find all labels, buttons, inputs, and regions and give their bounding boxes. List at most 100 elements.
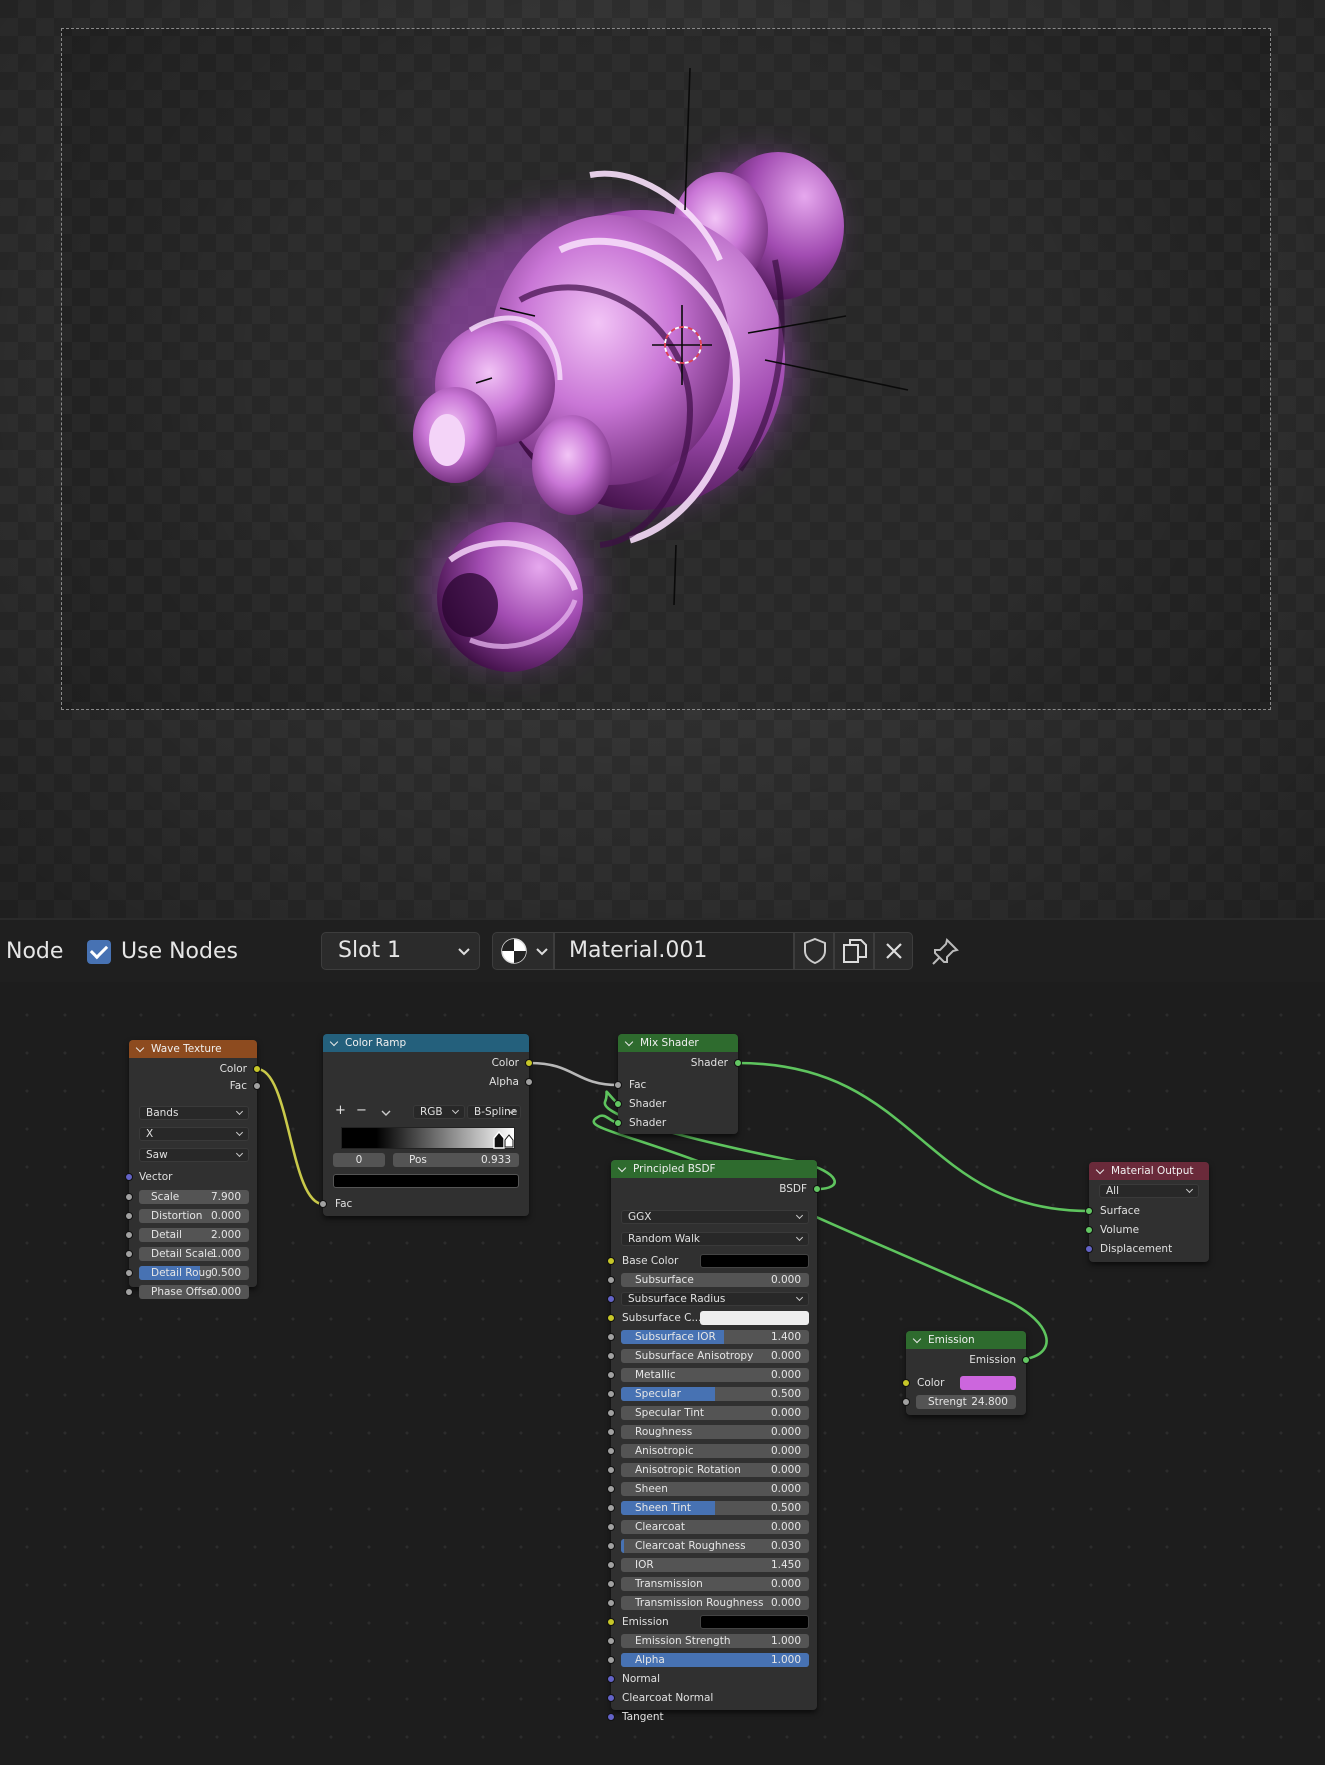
- bsdf-field[interactable]: Anisotropic Rotation 0.000: [621, 1463, 809, 1477]
- bsdf-input-socket[interactable]: [607, 1466, 615, 1474]
- bsdf-output-socket[interactable]: [813, 1185, 821, 1193]
- wave-input-socket[interactable]: [125, 1212, 133, 1220]
- bsdf-field[interactable]: Roughness 0.000: [621, 1425, 809, 1439]
- bsdf-subsurface-method-dropdown[interactable]: Random Walk: [621, 1232, 809, 1246]
- chevron-down-icon[interactable]: [380, 1109, 392, 1119]
- bsdf-field[interactable]: Specular Tint 0.000: [621, 1406, 809, 1420]
- emission-strength-field[interactable]: Strengt 24.800: [916, 1395, 1016, 1409]
- wave-direction-dropdown[interactable]: X: [139, 1127, 249, 1141]
- bsdf-subsurface-field[interactable]: Subsurface 0.000: [621, 1273, 809, 1287]
- bsdf-input-socket[interactable]: [607, 1390, 615, 1398]
- bsdf-subsurface-color-swatch[interactable]: [700, 1311, 809, 1325]
- wave-input-socket[interactable]: [125, 1288, 133, 1296]
- ramp-remove-stop-button[interactable]: −: [356, 1103, 367, 1119]
- bsdf-field[interactable]: Metallic 0.000: [621, 1368, 809, 1382]
- bsdf-field[interactable]: Specular 0.500: [621, 1387, 809, 1401]
- ramp-input-fac-socket[interactable]: [319, 1200, 327, 1208]
- output-input-displacement-socket[interactable]: [1085, 1245, 1093, 1253]
- bsdf-alpha-field[interactable]: Alpha 1.000: [621, 1653, 809, 1667]
- bsdf-field[interactable]: Clearcoat Roughness 0.030: [621, 1539, 809, 1553]
- bsdf-input-socket[interactable]: [607, 1675, 615, 1683]
- bsdf-subsurface-radius-dropdown[interactable]: Subsurface Radius: [621, 1292, 809, 1306]
- bsdf-emission-swatch[interactable]: [700, 1615, 809, 1629]
- wave-texture-node[interactable]: Wave Texture Color Fac Bands X Saw Vecto…: [125, 1040, 261, 1299]
- render-viewport[interactable]: [0, 0, 1325, 918]
- mix-input-shader-2-socket[interactable]: [614, 1119, 622, 1127]
- bsdf-input-socket[interactable]: [607, 1599, 615, 1607]
- emission-node[interactable]: Emission Emission Color Strengt 24.800: [902, 1331, 1030, 1415]
- bsdf-base-color-swatch[interactable]: [700, 1254, 809, 1268]
- mix-input-shader-1-socket[interactable]: [614, 1100, 622, 1108]
- wave-field[interactable]: Scale 7.900: [139, 1190, 249, 1204]
- bsdf-input-socket[interactable]: [607, 1333, 615, 1341]
- ramp-stop-handle-white[interactable]: [504, 1134, 514, 1148]
- bsdf-emission-strength-field[interactable]: Emission Strength 1.000: [621, 1634, 809, 1648]
- mix-shader-node[interactable]: Mix Shader Shader Fac Shader Shader: [614, 1034, 742, 1134]
- bsdf-input-socket[interactable]: [607, 1352, 615, 1360]
- bsdf-input-socket[interactable]: [607, 1371, 615, 1379]
- bsdf-input-socket[interactable]: [607, 1295, 615, 1303]
- wave-input-vector-socket[interactable]: [125, 1173, 133, 1181]
- principled-bsdf-header[interactable]: Principled BSDF: [611, 1160, 817, 1178]
- pin-icon[interactable]: [930, 937, 960, 967]
- wave-type-dropdown[interactable]: Bands: [139, 1106, 249, 1120]
- bsdf-input-socket[interactable]: [607, 1485, 615, 1493]
- ramp-interpolation-dropdown[interactable]: B-Spline: [467, 1105, 521, 1119]
- output-target-dropdown[interactable]: All: [1099, 1184, 1199, 1198]
- bsdf-field[interactable]: IOR 1.450: [621, 1558, 809, 1572]
- wave-field[interactable]: Detail Scale 1.000: [139, 1247, 249, 1261]
- fake-user-button[interactable]: [794, 932, 834, 970]
- bsdf-input-socket[interactable]: [607, 1694, 615, 1702]
- wave-output-fac-socket[interactable]: [253, 1082, 261, 1090]
- wave-output-color-socket[interactable]: [253, 1065, 261, 1073]
- wave-input-socket[interactable]: [125, 1269, 133, 1277]
- material-output-node[interactable]: Material Output All Surface Volume Displ…: [1085, 1162, 1209, 1262]
- wave-input-socket[interactable]: [125, 1231, 133, 1239]
- mix-shader-header[interactable]: Mix Shader: [618, 1034, 738, 1052]
- ramp-output-color-socket[interactable]: [525, 1059, 533, 1067]
- bsdf-field[interactable]: Sheen Tint 0.500: [621, 1501, 809, 1515]
- wave-input-socket[interactable]: [125, 1250, 133, 1258]
- bsdf-input-socket[interactable]: [607, 1561, 615, 1569]
- bsdf-input-socket[interactable]: [607, 1713, 615, 1721]
- browse-material-button[interactable]: [492, 932, 554, 970]
- bsdf-input-socket[interactable]: [607, 1314, 615, 1322]
- node-editor-canvas[interactable]: Wave Texture Color Fac Bands X Saw Vecto…: [0, 982, 1325, 1765]
- ramp-output-alpha-socket[interactable]: [525, 1078, 533, 1086]
- wave-field[interactable]: Distortion 0.000: [139, 1209, 249, 1223]
- material-name-field[interactable]: Material.001: [554, 932, 794, 970]
- use-nodes-checkbox[interactable]: [87, 940, 111, 964]
- wave-field[interactable]: Detail Roug 0.500: [139, 1266, 249, 1280]
- emission-header[interactable]: Emission: [906, 1331, 1026, 1349]
- bsdf-input-socket[interactable]: [607, 1409, 615, 1417]
- unlink-material-button[interactable]: [874, 932, 913, 970]
- mix-input-fac-socket[interactable]: [614, 1081, 622, 1089]
- bsdf-field[interactable]: Subsurface IOR 1.400: [621, 1330, 809, 1344]
- bsdf-input-socket[interactable]: [607, 1618, 615, 1626]
- wave-texture-header[interactable]: Wave Texture: [129, 1040, 257, 1058]
- bsdf-input-socket[interactable]: [607, 1523, 615, 1531]
- ramp-gradient-bar[interactable]: [341, 1127, 515, 1149]
- output-input-volume-socket[interactable]: [1085, 1226, 1093, 1234]
- ramp-stop-color-swatch[interactable]: [333, 1174, 519, 1188]
- bsdf-field[interactable]: Anisotropic 0.000: [621, 1444, 809, 1458]
- wave-field[interactable]: Phase Offse 0.000: [139, 1285, 249, 1299]
- emission-output-socket[interactable]: [1022, 1356, 1030, 1364]
- bsdf-input-socket[interactable]: [607, 1257, 615, 1265]
- wave-profile-dropdown[interactable]: Saw: [139, 1148, 249, 1162]
- output-input-surface-socket[interactable]: [1085, 1207, 1093, 1215]
- bsdf-field[interactable]: Transmission 0.000: [621, 1577, 809, 1591]
- ramp-stop-pos-field[interactable]: Pos 0.933: [393, 1153, 519, 1167]
- bsdf-input-socket[interactable]: [607, 1504, 615, 1512]
- wave-field[interactable]: Detail 2.000: [139, 1228, 249, 1242]
- slot-dropdown[interactable]: Slot 1: [321, 932, 480, 970]
- emission-input-strength-socket[interactable]: [902, 1398, 910, 1406]
- bsdf-input-socket[interactable]: [607, 1637, 615, 1645]
- ramp-stop-index-field[interactable]: 0: [333, 1153, 385, 1167]
- ramp-color-mode-dropdown[interactable]: RGB: [413, 1105, 465, 1119]
- bsdf-input-socket[interactable]: [607, 1580, 615, 1588]
- bsdf-distribution-dropdown[interactable]: GGX: [621, 1210, 809, 1224]
- material-output-header[interactable]: Material Output: [1089, 1162, 1209, 1180]
- color-ramp-header[interactable]: Color Ramp: [323, 1034, 529, 1052]
- bsdf-field[interactable]: Transmission Roughness 0.000: [621, 1596, 809, 1610]
